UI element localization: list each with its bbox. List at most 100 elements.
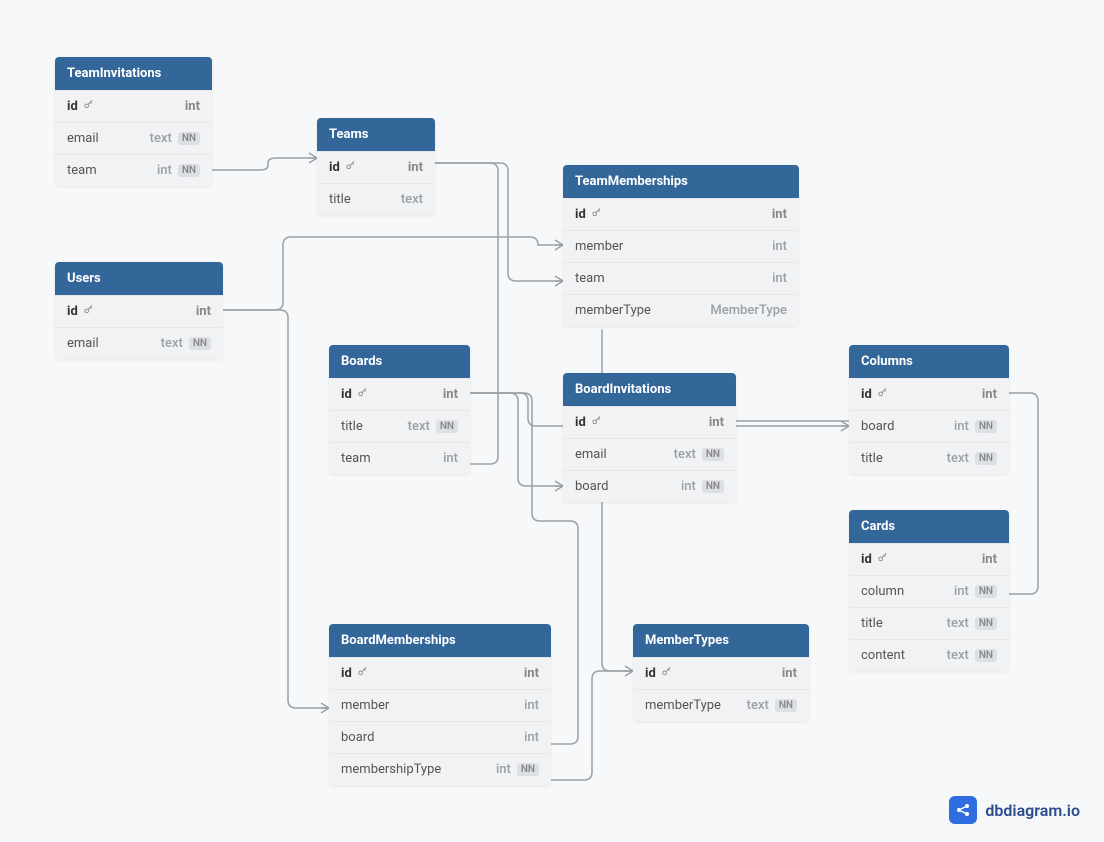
- field-row[interactable]: memberTypeMemberType: [563, 294, 799, 326]
- field-row[interactable]: boardint: [329, 721, 551, 753]
- field-row[interactable]: titletextNN: [849, 442, 1009, 474]
- field-name: id: [645, 666, 656, 681]
- table-TeamInvitations[interactable]: TeamInvitationsidintemailtextNNteamintNN: [55, 57, 212, 186]
- field-name: id: [575, 207, 586, 222]
- field-row[interactable]: emailtextNN: [55, 327, 223, 359]
- branding-text: dbdiagram.io: [985, 801, 1080, 820]
- field-type: int: [782, 666, 797, 681]
- table-title: Cards: [849, 510, 1009, 543]
- field-row[interactable]: contenttextNN: [849, 639, 1009, 671]
- field-name: email: [67, 131, 99, 146]
- field-row[interactable]: member int: [329, 689, 551, 721]
- field-row[interactable]: emailtextNN: [563, 438, 736, 470]
- field-type: text: [947, 616, 969, 631]
- field-type: int: [196, 304, 211, 319]
- field-name: id: [861, 552, 872, 567]
- table-title: TeamMemberships: [563, 165, 799, 198]
- field-row[interactable]: idint: [849, 378, 1009, 410]
- field-row[interactable]: id int: [563, 198, 799, 230]
- table-title: Users: [55, 262, 223, 295]
- primary-key-icon: [877, 387, 888, 402]
- field-type: int: [681, 479, 696, 494]
- field-row[interactable]: memberint: [563, 230, 799, 262]
- table-Users[interactable]: UsersidintemailtextNN: [55, 262, 223, 359]
- field-type: text: [150, 131, 172, 146]
- field-name: id: [67, 304, 78, 319]
- field-type: int: [982, 387, 997, 402]
- field-type: text: [161, 336, 183, 351]
- field-type: int: [524, 666, 539, 681]
- field-row[interactable]: membershipTypeintNN: [329, 753, 551, 785]
- field-name: memberType: [575, 303, 651, 318]
- field-row[interactable]: columnintNN: [849, 575, 1009, 607]
- field-name: member: [341, 698, 389, 713]
- field-type: int: [496, 762, 511, 777]
- field-type: int: [185, 99, 200, 114]
- not-null-badge: NN: [436, 420, 458, 433]
- not-null-badge: NN: [178, 132, 200, 145]
- field-type: int: [443, 451, 458, 466]
- table-Columns[interactable]: ColumnsidintboardintNNtitletextNN: [849, 345, 1009, 474]
- field-type: text: [408, 419, 430, 434]
- table-BoardMemberships[interactable]: BoardMembershipsidintmemberintboardintme…: [329, 624, 551, 785]
- field-name: membershipType: [341, 762, 441, 777]
- field-type: int: [772, 207, 787, 222]
- table-MemberTypes[interactable]: MemberTypes id int memberTypetextNN: [633, 624, 809, 721]
- field-row[interactable]: id int: [55, 295, 223, 327]
- table-Teams[interactable]: Teamsidinttitletext: [317, 118, 435, 215]
- field-row[interactable]: title text NN: [849, 607, 1009, 639]
- field-row[interactable]: titletext: [317, 183, 435, 215]
- field-type: int: [524, 698, 539, 713]
- primary-key-icon: [345, 160, 356, 175]
- not-null-badge: NN: [975, 649, 997, 662]
- not-null-badge: NN: [975, 617, 997, 630]
- field-type: text: [747, 698, 769, 713]
- field-row[interactable]: boardintNN: [849, 410, 1009, 442]
- field-row[interactable]: team int: [563, 262, 799, 294]
- field-row[interactable]: teamintNN: [55, 154, 212, 186]
- field-row[interactable]: teamint: [329, 442, 470, 474]
- field-name: id: [67, 99, 78, 114]
- not-null-badge: NN: [178, 164, 200, 177]
- table-title: Teams: [317, 118, 435, 151]
- table-TeamMemberships[interactable]: TeamMemberships id int memberint team int memb…: [563, 165, 799, 326]
- primary-key-icon: [591, 207, 602, 222]
- field-type: text: [401, 192, 423, 207]
- field-type: int: [954, 584, 969, 599]
- field-row[interactable]: memberTypetextNN: [633, 689, 809, 721]
- primary-key-icon: [661, 666, 672, 681]
- field-row[interactable]: email text NN: [55, 122, 212, 154]
- field-row[interactable]: idint: [317, 151, 435, 183]
- field-name: board: [861, 419, 894, 434]
- field-name: title: [861, 616, 883, 631]
- field-row[interactable]: id int: [633, 657, 809, 689]
- table-BoardInvitations[interactable]: BoardInvitationsidintemailtextNNboardint…: [563, 373, 736, 502]
- field-type: int: [772, 271, 787, 286]
- field-row[interactable]: titletextNN: [329, 410, 470, 442]
- field-row[interactable]: id int: [329, 657, 551, 689]
- field-name: email: [575, 447, 607, 462]
- field-row[interactable]: idint: [563, 406, 736, 438]
- not-null-badge: NN: [702, 480, 724, 493]
- field-row[interactable]: idint: [329, 378, 470, 410]
- field-name: board: [341, 730, 374, 745]
- field-name: board: [575, 479, 608, 494]
- field-name: id: [575, 415, 586, 430]
- primary-key-icon: [591, 415, 602, 430]
- field-name: content: [861, 648, 905, 663]
- field-name: id: [341, 666, 352, 681]
- field-row[interactable]: id int: [55, 90, 212, 122]
- primary-key-icon: [83, 304, 94, 319]
- field-name: title: [861, 451, 883, 466]
- table-title: MemberTypes: [633, 624, 809, 657]
- table-title: Columns: [849, 345, 1009, 378]
- field-name: member: [575, 239, 623, 254]
- field-row[interactable]: board int NN: [563, 470, 736, 502]
- table-Boards[interactable]: BoardsidinttitletextNNteamint: [329, 345, 470, 474]
- field-type: text: [947, 451, 969, 466]
- field-type: int: [954, 419, 969, 434]
- table-Cards[interactable]: CardsidintcolumnintNNtitletextNNcontentt…: [849, 510, 1009, 671]
- field-name: email: [67, 336, 99, 351]
- field-name: team: [575, 271, 605, 286]
- field-row[interactable]: idint: [849, 543, 1009, 575]
